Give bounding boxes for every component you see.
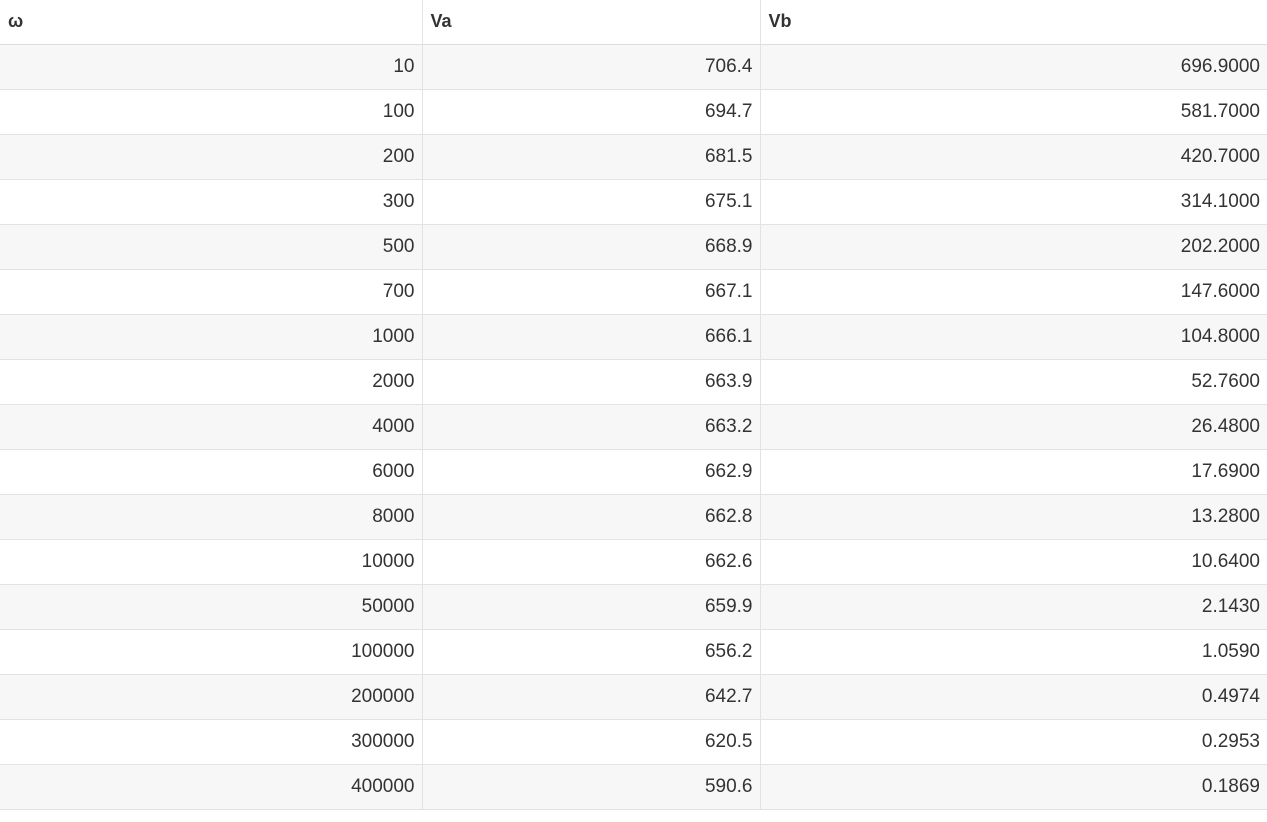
vb-cell: 314.1000 — [760, 179, 1267, 225]
va-cell: 656.2 — [422, 629, 761, 675]
omega-cell: 8000 — [0, 494, 423, 540]
omega-cell: 6000 — [0, 449, 423, 495]
omega-cell: 200000 — [0, 674, 423, 720]
vb-cell: 17.6900 — [760, 449, 1267, 495]
va-cell: 659.9 — [422, 584, 761, 630]
vb-cell: 0.4974 — [760, 674, 1267, 720]
vb-cell: 202.2000 — [760, 224, 1267, 270]
table-row[interactable]: 100 694.7 581.7000 — [0, 89, 1267, 135]
column-header-omega[interactable]: ω — [0, 0, 423, 45]
omega-cell: 500 — [0, 224, 423, 270]
vb-cell: 420.7000 — [760, 134, 1267, 180]
table-row[interactable]: 500 668.9 202.2000 — [0, 224, 1267, 270]
va-cell: 667.1 — [422, 269, 761, 315]
va-cell: 681.5 — [422, 134, 761, 180]
vb-cell: 2.1430 — [760, 584, 1267, 630]
table-row[interactable]: 10000 662.6 10.6400 — [0, 539, 1267, 585]
va-cell: 663.2 — [422, 404, 761, 450]
data-table: ω Va Vb 10 706.4 696.9000 100 694.7 581.7000 2… — [0, 0, 1267, 810]
omega-cell: 1000 — [0, 314, 423, 360]
va-cell: 675.1 — [422, 179, 761, 225]
table-row[interactable]: 400000 590.6 0.1869 — [0, 764, 1267, 810]
omega-cell: 100 — [0, 89, 423, 135]
vb-cell: 0.2953 — [760, 719, 1267, 765]
omega-cell: 10000 — [0, 539, 423, 585]
vb-cell: 26.4800 — [760, 404, 1267, 450]
table-row[interactable]: 8000 662.8 13.2800 — [0, 494, 1267, 540]
table-row[interactable]: 200000 642.7 0.4974 — [0, 674, 1267, 720]
table-body: 10 706.4 696.9000 100 694.7 581.7000 200 681.5 4… — [0, 44, 1267, 810]
omega-cell: 300000 — [0, 719, 423, 765]
table-row[interactable]: 300 675.1 314.1000 — [0, 179, 1267, 225]
table-row[interactable]: 10 706.4 696.9000 — [0, 44, 1267, 90]
va-cell: 694.7 — [422, 89, 761, 135]
vb-cell: 13.2800 — [760, 494, 1267, 540]
va-cell: 662.9 — [422, 449, 761, 495]
column-header-va[interactable]: Va — [422, 0, 761, 45]
va-cell: 663.9 — [422, 359, 761, 405]
omega-cell: 400000 — [0, 764, 423, 810]
omega-cell: 2000 — [0, 359, 423, 405]
va-cell: 590.6 — [422, 764, 761, 810]
va-cell: 662.8 — [422, 494, 761, 540]
va-cell: 668.9 — [422, 224, 761, 270]
vb-cell: 581.7000 — [760, 89, 1267, 135]
vb-cell: 52.7600 — [760, 359, 1267, 405]
va-cell: 620.5 — [422, 719, 761, 765]
vb-cell: 696.9000 — [760, 44, 1267, 90]
column-header-vb[interactable]: Vb — [760, 0, 1267, 45]
table-row[interactable]: 2000 663.9 52.7600 — [0, 359, 1267, 405]
omega-cell: 700 — [0, 269, 423, 315]
vb-cell: 0.1869 — [760, 764, 1267, 810]
table-row[interactable]: 700 667.1 147.6000 — [0, 269, 1267, 315]
header-row: ω Va Vb — [0, 0, 1267, 45]
vb-cell: 104.8000 — [760, 314, 1267, 360]
table-row[interactable]: 4000 663.2 26.4800 — [0, 404, 1267, 450]
va-cell: 642.7 — [422, 674, 761, 720]
table-row[interactable]: 50000 659.9 2.1430 — [0, 584, 1267, 630]
vb-cell: 147.6000 — [760, 269, 1267, 315]
table-row[interactable]: 100000 656.2 1.0590 — [0, 629, 1267, 675]
va-cell: 666.1 — [422, 314, 761, 360]
omega-cell: 300 — [0, 179, 423, 225]
omega-cell: 4000 — [0, 404, 423, 450]
table-row[interactable]: 200 681.5 420.7000 — [0, 134, 1267, 180]
va-cell: 662.6 — [422, 539, 761, 585]
va-cell: 706.4 — [422, 44, 761, 90]
table-row[interactable]: 6000 662.9 17.6900 — [0, 449, 1267, 495]
omega-cell: 100000 — [0, 629, 423, 675]
table-row[interactable]: 1000 666.1 104.8000 — [0, 314, 1267, 360]
omega-cell: 10 — [0, 44, 423, 90]
table-row[interactable]: 300000 620.5 0.2953 — [0, 719, 1267, 765]
omega-cell: 50000 — [0, 584, 423, 630]
vb-cell: 1.0590 — [760, 629, 1267, 675]
omega-cell: 200 — [0, 134, 423, 180]
vb-cell: 10.6400 — [760, 539, 1267, 585]
